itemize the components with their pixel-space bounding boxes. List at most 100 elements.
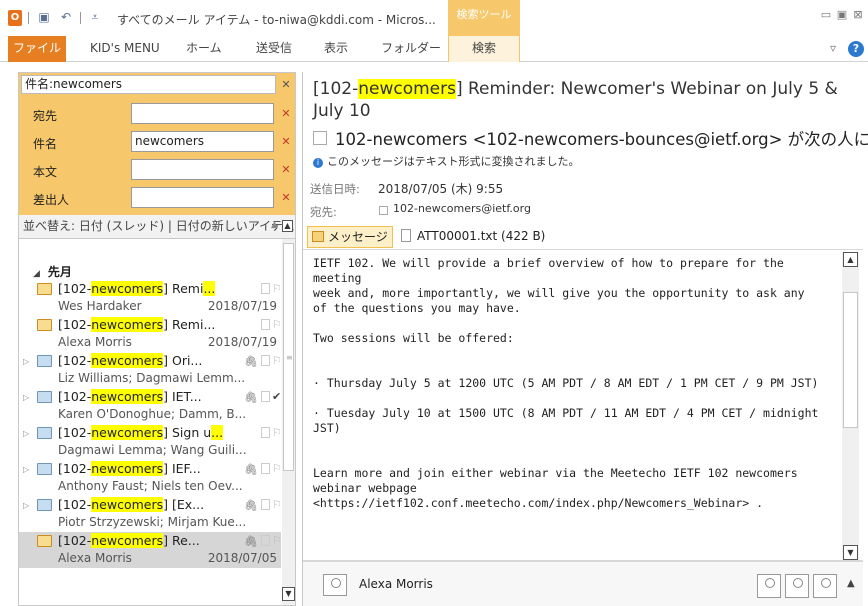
scroll-down-icon[interactable]: ▼: [282, 587, 295, 601]
search-input[interactable]: 件名:newcomers: [21, 75, 276, 94]
message-sender[interactable]: 102-newcomers <102-newcomers-bounces@iet…: [335, 126, 868, 150]
avatar[interactable]: [323, 574, 347, 596]
tab-file[interactable]: ファイル: [8, 36, 66, 62]
expand-thread-icon[interactable]: ▷: [23, 501, 29, 510]
item-subject: [102-newcomers] Sign u...: [58, 425, 224, 440]
filter-subject-field[interactable]: newcomers: [131, 131, 274, 152]
body-line: [313, 451, 838, 466]
help-icon[interactable]: ?: [848, 41, 864, 57]
window-title: すべてのメール アイテム - to-niwa@kddi.com - Micros…: [117, 13, 436, 27]
item-subject: [102-newcomers] Remi...: [58, 317, 216, 332]
list-item[interactable]: ▷ [102-newcomers] Ori... 🖇 ⚐ Liz Williams; D…: [19, 352, 282, 388]
remove-filter-icon[interactable]: ✕: [279, 135, 293, 149]
flag-icon[interactable]: ⚐: [272, 318, 282, 331]
avatar[interactable]: [757, 574, 781, 598]
message-body[interactable]: IETF 102. We will provide a brief overvi…: [313, 256, 838, 558]
flag-icon[interactable]: ⚐: [272, 534, 282, 547]
group-header[interactable]: ◢ 先月: [33, 263, 72, 280]
category-icon[interactable]: [261, 427, 270, 438]
scroll-up-icon[interactable]: ▲: [843, 252, 858, 267]
flag-icon[interactable]: ⚐: [272, 426, 282, 439]
sort-bar[interactable]: 並べ替え: 日付 (スレッド) | 日付の新しいアイテム: [19, 215, 295, 239]
list-item[interactable]: [102-newcomers] Re... 🖇 ⚐ Alexa Morris 2018/…: [19, 532, 282, 568]
list-item[interactable]: ▷ [102-newcomers] IET... 🖇 ✔ Karen O'Donoghu…: [19, 388, 281, 424]
envelope-icon: [37, 463, 52, 475]
tab-search[interactable]: 検索: [448, 36, 520, 62]
separator: [80, 12, 81, 24]
expand-thread-icon[interactable]: ▷: [23, 393, 29, 402]
undo-icon[interactable]: ↶: [59, 10, 73, 24]
select-checkbox[interactable]: [313, 131, 327, 145]
body-line: Two sessions will be offered:: [313, 331, 514, 345]
avatar[interactable]: [813, 574, 837, 598]
scroll-up-icon[interactable]: ▲: [282, 220, 293, 232]
list-item[interactable]: [102-newcomers] Remi... ⚐ Wes Hardaker 2018…: [19, 280, 282, 316]
to-label: 宛先:: [310, 205, 337, 219]
body-scrollbar[interactable]: ▲ ▼: [842, 252, 859, 560]
collapse-icon[interactable]: ◢: [33, 269, 40, 279]
category-icon[interactable]: [261, 319, 270, 330]
filter-to-field[interactable]: [131, 103, 274, 124]
scroll-down-icon[interactable]: ▼: [843, 545, 858, 560]
list-item[interactable]: ▷ [102-newcomers] IEF... 🖇 ⚐ Anthony Faust; …: [19, 460, 282, 496]
category-icon[interactable]: [261, 499, 270, 510]
item-subject: [102-newcomers] Remi...: [58, 281, 216, 296]
expand-icon[interactable]: ▲: [847, 578, 855, 589]
category-icon[interactable]: [261, 463, 270, 474]
expand-ribbon-icon[interactable]: ▿: [830, 41, 836, 55]
complete-icon[interactable]: ✔: [272, 390, 281, 403]
category-icon[interactable]: [261, 355, 270, 366]
filter-body-field[interactable]: [131, 159, 274, 180]
tab-send-receive[interactable]: 送受信: [256, 36, 292, 62]
tab-kids-menu[interactable]: KID's MENU: [90, 36, 160, 62]
flag-icon[interactable]: ⚐: [272, 282, 282, 295]
filter-from-field[interactable]: [131, 187, 274, 208]
tab-folder[interactable]: フォルダー: [381, 36, 441, 62]
remove-filter-icon[interactable]: ✕: [279, 107, 293, 121]
body-line: [313, 391, 838, 406]
category-icon[interactable]: [261, 391, 270, 402]
scroll-thumb[interactable]: [843, 292, 858, 428]
expand-thread-icon[interactable]: ▷: [23, 465, 29, 474]
body-line: [313, 436, 838, 451]
save-icon[interactable]: ▣: [37, 10, 51, 24]
group-label: 先月: [47, 265, 72, 279]
list-scrollbar[interactable]: ≡: [282, 239, 295, 605]
item-sender: Alexa Morris: [58, 335, 132, 349]
category-icon[interactable]: [261, 283, 270, 294]
clear-search-icon[interactable]: ✕: [279, 78, 293, 92]
envelope-icon: [37, 499, 52, 511]
recipient-checkbox[interactable]: [379, 206, 388, 215]
title-bar: O ▣ ↶ ⩡ すべてのメール アイテム - to-niwa@kddi.com …: [0, 0, 868, 36]
avatar[interactable]: [785, 574, 809, 598]
tab-view[interactable]: 表示: [324, 36, 348, 62]
remove-filter-icon[interactable]: ✕: [279, 163, 293, 177]
outlook-icon[interactable]: O: [8, 10, 22, 26]
attachment-icon: 🖇: [244, 391, 258, 404]
sort-direction-icon[interactable]: ▲: [271, 220, 278, 230]
list-item[interactable]: ▷ [102-newcomers] Sign u... ⚐ Dagmawi Lemma…: [19, 424, 282, 460]
recipient[interactable]: 102-newcomers@ietf.org: [393, 202, 531, 215]
expand-thread-icon[interactable]: ▷: [23, 429, 29, 438]
item-sender: Dagmawi Lemma; Wang Guili...: [58, 443, 247, 457]
filter-label-from: 差出人: [33, 193, 70, 207]
restore-icon[interactable]: ▣: [835, 9, 849, 21]
category-icon[interactable]: [261, 535, 270, 546]
minimize-icon[interactable]: ▭: [819, 9, 833, 21]
flag-icon[interactable]: ⚐: [272, 354, 282, 367]
people-pane: Alexa Morris ▲: [303, 560, 863, 606]
info-bar[interactable]: i このメッセージはテキスト形式に変換されました。: [313, 153, 579, 169]
tab-message[interactable]: メッセージ: [307, 226, 393, 248]
close-icon[interactable]: ⊠: [851, 9, 865, 21]
people-name[interactable]: Alexa Morris: [359, 577, 433, 591]
list-item[interactable]: ▷ [102-newcomers] [Ex... 🖇 ⚐ Piotr Strzyzews…: [19, 496, 282, 532]
flag-icon[interactable]: ⚐: [272, 462, 282, 475]
flag-icon[interactable]: ⚐: [272, 498, 282, 511]
tab-attachment[interactable]: ATT00001.txt (422 B): [397, 226, 549, 248]
customize-toolbar-icon[interactable]: ⩡: [88, 10, 102, 24]
scroll-thumb[interactable]: ≡: [283, 243, 294, 471]
expand-thread-icon[interactable]: ▷: [23, 357, 29, 366]
remove-filter-icon[interactable]: ✕: [279, 191, 293, 205]
list-item[interactable]: [102-newcomers] Remi... ⚐ Alexa Morris 2018…: [19, 316, 282, 352]
tab-home[interactable]: ホーム: [186, 36, 222, 62]
